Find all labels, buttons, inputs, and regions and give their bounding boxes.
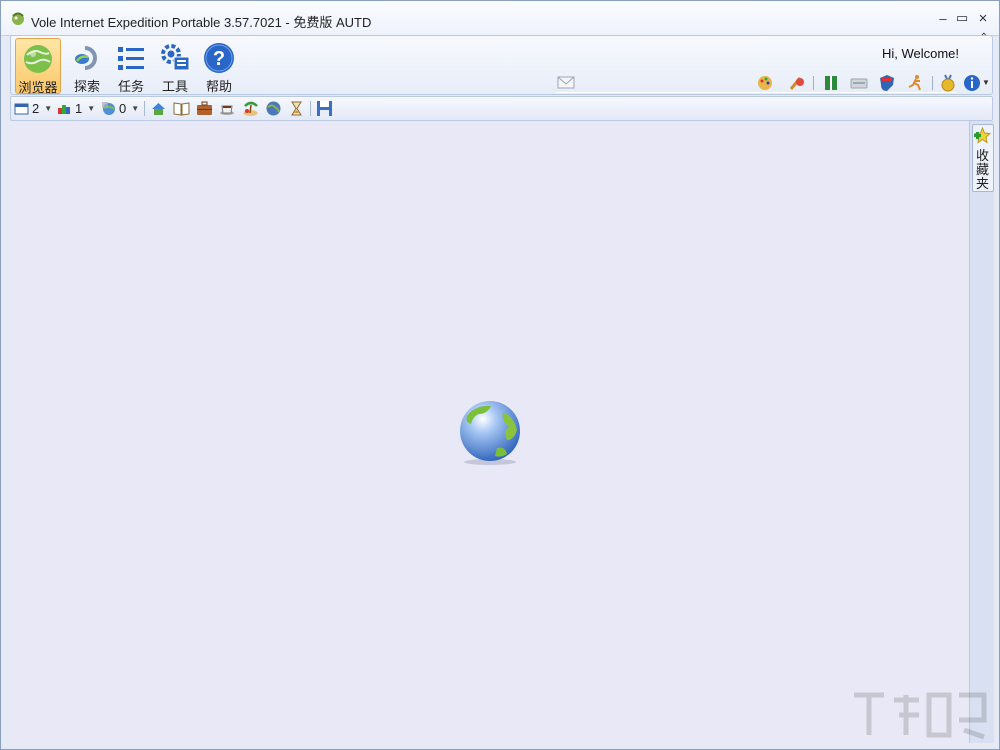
bookmark-book-icon[interactable] [822,74,840,92]
coffee-cup-icon[interactable] [219,100,236,117]
close-button[interactable]: × [975,10,991,27]
home-icon[interactable] [150,100,167,117]
title-bar: Vole Internet Expedition Portable 3.57.7… [1,1,999,36]
browser-button-label: 浏览器 [18,80,58,95]
tasks-button-label: 任务 [117,79,144,94]
help-icon: ? [204,43,234,73]
skin-palette-icon[interactable] [756,74,774,92]
minimize-button[interactable]: – [935,10,951,26]
island-icon[interactable] [242,100,259,117]
windows-count: 2 [32,101,40,116]
sessions-count: 0 [119,101,127,116]
right-sidebar: 收藏夹 [969,121,994,743]
app-logo-icon [12,12,24,25]
task-list-icon [118,47,144,70]
tools-gear-icon [161,44,190,71]
shield-badge-icon[interactable] [878,74,896,92]
collapse-ribbon-button[interactable]: ⌃ [980,32,988,43]
main-ribbon: 浏览器 探索 任务 工具 ? 帮助 ⌃ Hi, Welcome! ▼ [10,32,993,95]
mail-icon[interactable] [557,74,575,90]
chevron-down-icon: ▼ [44,104,53,113]
tools-button-label: 工具 [161,79,188,94]
hourglass-icon[interactable] [288,100,305,117]
watermark-logo [854,692,987,740]
runner-icon[interactable] [906,74,924,92]
groups-icon [58,105,70,114]
browser-content-area [10,121,968,743]
toolbar-separator [813,76,814,90]
ribbon-divider [556,92,956,93]
help-button-label: 帮助 [205,79,232,94]
toolbar-separator [932,76,933,90]
sessions-counter[interactable]: 0 ▼ [101,100,139,117]
windows-counter[interactable]: 2 ▼ [14,100,52,117]
clean-tool-icon[interactable] [788,74,806,92]
chevron-down-icon: ▼ [131,104,140,113]
groups-counter[interactable]: 1 ▼ [57,100,95,117]
toolbar-separator [144,101,145,116]
tools-button[interactable]: 工具 [153,38,197,94]
info-icon[interactable] [963,74,981,92]
explore-icon [75,46,97,70]
favorites-label: 收藏夹 [976,148,990,191]
tasks-button[interactable]: 任务 [109,38,153,94]
briefcase-icon[interactable] [196,100,213,117]
windows-icon [14,103,29,115]
explore-button[interactable]: 探索 [65,38,109,94]
secondary-toolbar: 2 ▼ 1 ▼ 0 ▼ [10,96,993,121]
keyboard-icon[interactable] [850,74,868,92]
globe-browser-icon [24,45,52,73]
toolbar-separator [310,101,311,116]
maximize-button[interactable]: ▭ [954,10,970,26]
info-dropdown-arrow-icon[interactable]: ▼ [982,78,990,87]
explore-button-label: 探索 [73,79,100,94]
groups-count: 1 [75,101,83,116]
favorites-tab[interactable]: 收藏夹 [972,124,994,192]
earth-icon[interactable] [265,100,282,117]
save-disk-icon[interactable] [316,100,333,117]
welcome-text: Hi, Welcome! [881,46,959,61]
browser-button[interactable]: 浏览器 [15,38,61,95]
window-title: Vole Internet Expedition Portable 3.57.7… [31,15,372,30]
help-button[interactable]: ? 帮助 [197,38,241,94]
add-favorite-star-icon[interactable] [974,127,991,144]
reader-book-icon[interactable] [173,100,190,117]
sessions-globe-icon [102,102,115,115]
app-window: Vole Internet Expedition Portable 3.57.7… [0,0,1000,750]
medal-icon[interactable] [939,74,957,92]
loading-globe-icon [460,401,520,465]
chevron-down-icon: ▼ [87,104,96,113]
svg-text:?: ? [213,48,225,70]
